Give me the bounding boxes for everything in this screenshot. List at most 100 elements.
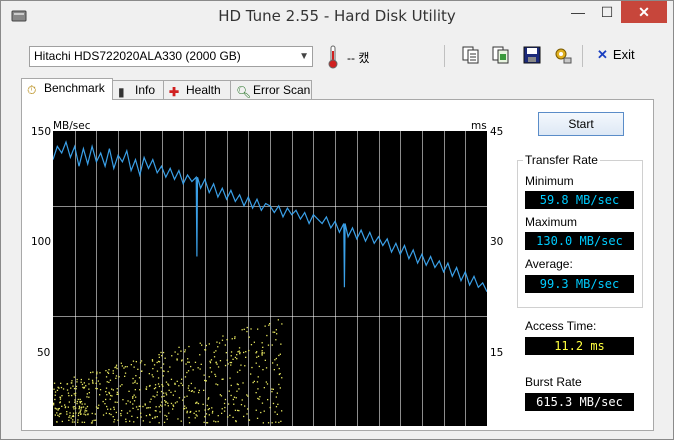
access-time-point [180,350,182,352]
access-time-point [197,402,200,405]
access-time-point [255,362,257,364]
access-time-point [84,403,86,405]
access-time-point [208,414,210,416]
access-time-point [213,351,215,353]
access-time-point [152,368,154,370]
temperature-readout: -- 캤 [347,51,370,65]
exit-button[interactable]: ✕ Exit [597,47,635,63]
access-time-point [132,407,134,409]
access-time-point [232,358,234,360]
access-time-point [176,358,178,360]
access-time-point [158,354,160,356]
access-time-point [92,381,94,383]
access-time-point [159,411,161,413]
access-time-point [61,395,63,397]
access-time-point [276,413,278,415]
access-time-point [156,416,158,418]
access-time-point [133,400,136,402]
access-time-point [149,413,151,416]
access-time-point [165,392,167,394]
access-time-point [184,351,186,353]
access-time-point [204,409,206,411]
right-tick-label: 15 [490,347,504,359]
tab-health[interactable]: ✚ Health [163,80,231,99]
access-time-point [74,399,76,401]
access-time-point [184,405,186,407]
maximum-value: 130.0 MB/sec [525,232,634,250]
access-time-point [85,407,87,409]
access-time-point [161,355,163,357]
access-time-point [183,407,186,410]
access-time-point [91,412,93,415]
tab-benchmark[interactable]: ⏱ Benchmark [21,78,113,100]
access-time-point [245,351,247,353]
access-time-point [137,408,139,411]
access-time-point [158,422,160,424]
access-time-point [54,391,57,393]
exit-label: Exit [612,47,635,62]
tab-error-scan[interactable]: 🔍︎ Error Scan [230,80,312,99]
copy-text-icon[interactable] [461,45,481,65]
access-time-point [140,360,143,362]
access-time-point [77,419,79,421]
access-time-point [174,402,177,404]
access-time-point [257,328,259,330]
access-time-point [77,414,80,417]
access-time-point [97,407,99,409]
chevron-down-icon: ▼ [299,51,309,62]
access-time-point [170,378,173,380]
access-time-point [66,411,68,413]
right-tick-label: 30 [490,236,504,248]
access-time-point [121,365,123,367]
access-time-point [195,410,197,412]
access-time-point [132,382,134,384]
access-time-point [266,334,268,337]
access-time-point [59,398,62,400]
stopwatch-icon: ⏱ [27,83,37,97]
access-time-point [120,413,122,415]
access-time-point [59,396,61,398]
access-time-point [115,366,117,368]
start-button[interactable]: Start [538,112,624,136]
access-time-point [235,420,237,423]
access-time-point [158,406,160,408]
access-time-point [60,386,63,389]
access-time-point [151,417,154,419]
tab-label: Info [135,83,156,97]
maximize-button[interactable]: ☐ [593,1,621,23]
transfer-rate-title: Transfer Rate [523,153,600,167]
access-time-point [252,381,254,384]
access-time-point [202,403,204,405]
access-time-point [227,416,229,418]
access-time-point [99,389,102,391]
access-time-point [55,408,57,410]
access-time-point [59,402,61,404]
access-time-point [168,412,170,414]
close-button[interactable]: ✕ [621,1,667,23]
access-time-point [176,401,178,403]
options-icon[interactable] [553,45,573,65]
access-time-point [209,367,211,369]
access-time-point [74,401,76,403]
access-time-point [280,343,282,345]
access-time-point [225,352,227,354]
access-time-point [223,410,226,412]
access-time-point [199,342,201,344]
copy-image-icon[interactable] [491,45,511,65]
access-time-point [188,345,190,348]
access-time-point [276,364,278,366]
access-time-point [80,400,83,403]
save-icon[interactable] [522,45,542,65]
access-time-point [213,356,216,358]
minimize-button[interactable]: — [564,1,592,23]
access-time-point [236,383,238,385]
access-time-point [187,370,190,372]
tab-info[interactable]: ▮ Info [112,80,164,99]
title-bar: HD Tune 2.55 - Hard Disk Utility — ☐ ✕ [1,1,673,31]
access-time-point [126,366,128,368]
drive-select[interactable]: Hitachi HDS722020ALA330 (2000 GB) ▼ [29,46,313,67]
access-time-point [152,376,154,378]
access-time-point [158,385,161,388]
access-time-point [88,396,90,398]
access-time-point [168,389,170,391]
